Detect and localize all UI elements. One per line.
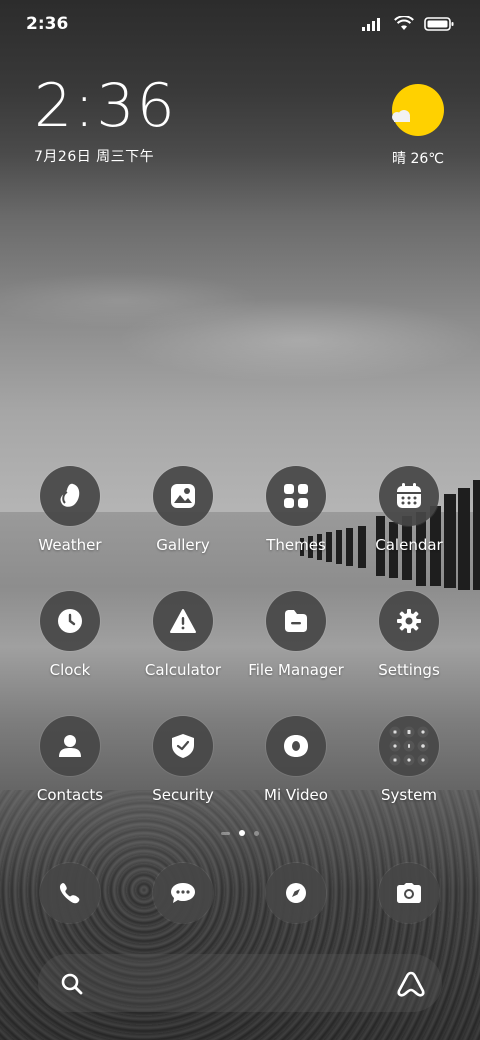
sunny-partly-cloudy-icon bbox=[392, 84, 444, 136]
app-calendar[interactable]: Calendar bbox=[354, 466, 464, 554]
gallery-icon bbox=[153, 466, 213, 526]
app-mi-video[interactable]: Mi Video bbox=[241, 716, 351, 804]
app-label: File Manager bbox=[248, 661, 344, 679]
file-manager-icon bbox=[266, 591, 326, 651]
app-clock[interactable]: Clock bbox=[15, 591, 125, 679]
signal-icon bbox=[362, 17, 380, 31]
dock-camera[interactable] bbox=[379, 863, 439, 923]
app-label: Security bbox=[152, 786, 214, 804]
wifi-icon bbox=[394, 16, 414, 30]
themes-icon bbox=[266, 466, 326, 526]
dock-browser[interactable] bbox=[266, 863, 326, 923]
weather-icon bbox=[40, 466, 100, 526]
status-icons bbox=[362, 16, 454, 31]
security-icon bbox=[153, 716, 213, 776]
app-file-manager[interactable]: File Manager bbox=[241, 591, 351, 679]
app-label: Calculator bbox=[144, 661, 222, 679]
app-calculator[interactable]: Calculator bbox=[128, 591, 238, 679]
app-contacts[interactable]: Contacts bbox=[15, 716, 125, 804]
app-label: Contacts bbox=[36, 786, 104, 804]
contacts-icon bbox=[40, 716, 100, 776]
app-label: Calendar bbox=[375, 536, 443, 554]
widget-time: 2:36 bbox=[34, 71, 177, 141]
assistant-icon[interactable] bbox=[396, 970, 426, 998]
app-label: Settings bbox=[378, 661, 440, 679]
app-label: System bbox=[381, 786, 437, 804]
settings-icon bbox=[379, 591, 439, 651]
page-indicator-home bbox=[221, 831, 230, 835]
app-system-folder[interactable]: System bbox=[354, 716, 464, 804]
page-indicator-current bbox=[239, 830, 245, 836]
app-weather[interactable]: Weather bbox=[15, 466, 125, 554]
mi-video-icon bbox=[266, 716, 326, 776]
messages-icon bbox=[171, 883, 195, 903]
app-label: Mi Video bbox=[264, 786, 328, 804]
system-folder-icon bbox=[379, 716, 439, 776]
dock-phone[interactable] bbox=[40, 863, 100, 923]
weather-widget[interactable]: 晴 26℃ bbox=[374, 84, 444, 168]
battery-icon bbox=[424, 16, 454, 31]
search-icon[interactable] bbox=[60, 972, 84, 996]
browser-icon bbox=[286, 883, 306, 903]
app-security[interactable]: Security bbox=[128, 716, 238, 804]
page-indicator bbox=[0, 830, 480, 836]
status-bar: 2:36 bbox=[0, 0, 480, 50]
calculator-icon bbox=[153, 591, 213, 651]
app-label: Weather bbox=[38, 536, 102, 554]
clock-icon bbox=[40, 591, 100, 651]
camera-icon bbox=[397, 883, 421, 903]
calendar-icon bbox=[379, 466, 439, 526]
clock-widget[interactable]: 2:36 7月26日 周三下午 bbox=[34, 76, 177, 166]
status-time: 2:36 bbox=[26, 14, 69, 34]
app-settings[interactable]: Settings bbox=[354, 591, 464, 679]
widget-date: 7月26日 周三下午 bbox=[34, 149, 155, 165]
app-label: Clock bbox=[49, 661, 91, 679]
weather-text: 晴 26℃ bbox=[392, 151, 444, 167]
app-themes[interactable]: Themes bbox=[241, 466, 351, 554]
search-bar[interactable] bbox=[38, 954, 442, 1012]
app-label: Themes bbox=[266, 536, 326, 554]
dock-messages[interactable] bbox=[153, 863, 213, 923]
app-gallery[interactable]: Gallery bbox=[128, 466, 238, 554]
app-label: Gallery bbox=[156, 536, 210, 554]
phone-icon bbox=[59, 883, 80, 904]
page-indicator-next bbox=[254, 830, 259, 836]
